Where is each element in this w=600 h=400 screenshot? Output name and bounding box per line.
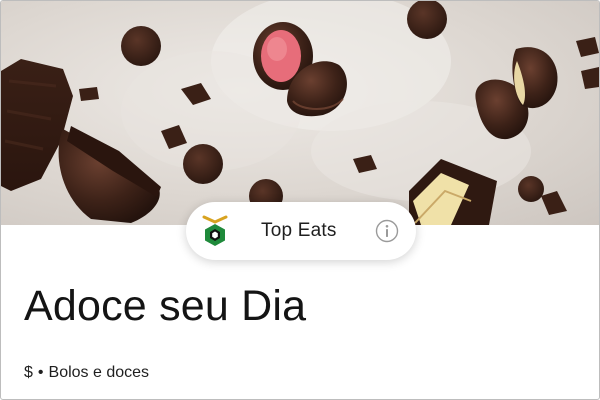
- store-meta: $ • Bolos e doces: [24, 364, 149, 382]
- store-name: Adoce seu Dia: [24, 282, 307, 330]
- store-card[interactable]: Top Eats Adoce seu Dia $ • Bolos e doces: [0, 0, 600, 400]
- chocolate-chip: [183, 144, 223, 184]
- top-eats-hexagon-icon: [202, 215, 228, 246]
- store-category: Bolos e doces: [48, 364, 150, 381]
- cream-bonbon: [475, 47, 558, 140]
- price-tier: $: [24, 364, 33, 381]
- chocolate-shard: [576, 37, 599, 57]
- top-eats-badge[interactable]: Top Eats: [186, 202, 416, 260]
- chocolate-shard: [79, 87, 99, 101]
- badge-label: Top Eats: [261, 220, 337, 241]
- chocolate-shard: [581, 67, 599, 89]
- meta-separator: •: [37, 364, 44, 381]
- store-hero-image[interactable]: [1, 1, 599, 225]
- chocolate-shard: [541, 191, 567, 215]
- chocolate-chip: [121, 26, 161, 66]
- hero-illustration: [1, 1, 599, 225]
- info-icon[interactable]: [375, 219, 399, 243]
- chocolate-chip: [518, 176, 544, 202]
